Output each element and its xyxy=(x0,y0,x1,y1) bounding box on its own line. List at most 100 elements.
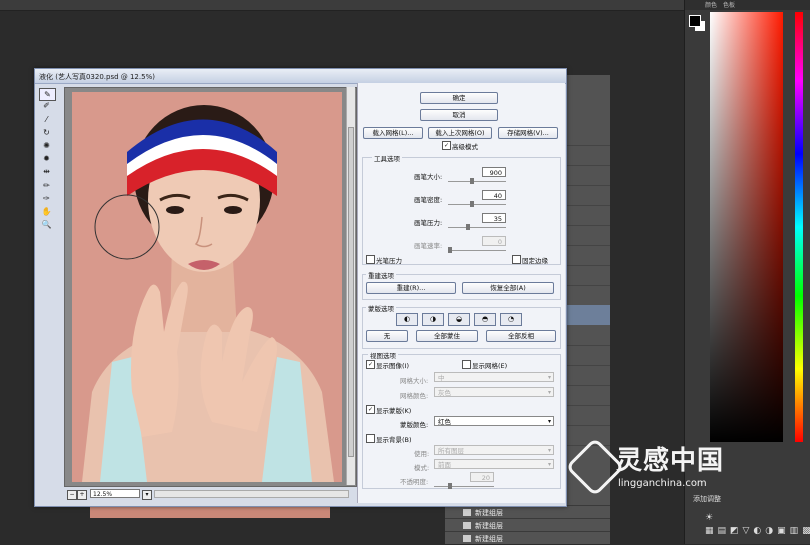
cancel-button[interactable]: 取消 xyxy=(420,109,498,121)
twirl-tool-icon[interactable]: ↻ xyxy=(39,127,54,138)
dialog-title: 液化 (艺人写真0320.psd @ 12.5%) xyxy=(39,73,155,81)
brush-density-label: 画笔密度: xyxy=(414,196,443,204)
invert-selection-mask-icon[interactable]: ◔ xyxy=(500,313,522,326)
tab-color[interactable]: 颜色 xyxy=(705,2,717,9)
mesh-color-select[interactable]: 灰色 ▾ xyxy=(434,387,554,397)
preview-vertical-scrollbar[interactable] xyxy=(346,87,355,485)
slider-knob[interactable] xyxy=(470,201,474,207)
mode-label: 模式: xyxy=(414,464,430,472)
replace-selection-mask-icon[interactable]: ◐ xyxy=(396,313,418,326)
add-to-selection-mask-icon[interactable]: ◑ xyxy=(422,313,444,326)
mesh-size-value: 中 xyxy=(438,374,445,382)
chevron-down-icon: ▾ xyxy=(547,374,551,381)
brush-density-slider[interactable] xyxy=(448,201,506,207)
mask-all-button[interactable]: 全部蒙住 xyxy=(416,330,478,342)
brush-density-field[interactable]: 40 xyxy=(482,190,506,200)
reconstruct-options-title: 重建选项 xyxy=(366,270,396,280)
mode-select[interactable]: 前面 ▾ xyxy=(434,459,554,469)
reconstruct-button[interactable]: 重建(R)... xyxy=(366,282,456,294)
use-select[interactable]: 所有图层 ▾ xyxy=(434,445,554,455)
foreground-color-swatch[interactable] xyxy=(689,15,701,27)
mesh-size-label: 网格大小: xyxy=(400,377,429,385)
thaw-mask-tool-icon[interactable]: ✑ xyxy=(39,193,54,204)
opacity-slider[interactable] xyxy=(434,483,494,489)
load-last-mesh-button[interactable]: 载入上次网格(O) xyxy=(428,127,492,139)
brush-rate-field[interactable]: 0 xyxy=(482,236,506,246)
restore-all-button[interactable]: 恢复全部(A) xyxy=(462,282,554,294)
opacity-field[interactable]: 20 xyxy=(470,472,494,482)
slider-knob[interactable] xyxy=(470,178,474,184)
preview-canvas[interactable] xyxy=(64,87,357,487)
push-left-tool-icon[interactable]: ⇹ xyxy=(39,166,54,177)
mask-color-select[interactable]: 红色 ▾ xyxy=(434,416,554,426)
slider-knob[interactable] xyxy=(448,247,452,253)
mesh-size-select[interactable]: 中 ▾ xyxy=(434,372,554,382)
zoom-level: 12.5% xyxy=(93,491,113,498)
hue-slider[interactable] xyxy=(795,12,803,442)
chevron-down-icon: ▾ xyxy=(547,389,551,396)
preview-status-bar: − + 12.5% ▾ xyxy=(64,488,355,500)
mesh-color-value: 灰色 xyxy=(438,389,451,397)
layer-row[interactable]: 新建组层 xyxy=(445,531,610,545)
show-image-checkbox[interactable]: ✓ xyxy=(366,360,375,369)
smooth-tool-icon[interactable]: ⁄ xyxy=(39,114,54,125)
slider-knob[interactable] xyxy=(448,483,452,489)
tab-swatches[interactable]: 色板 xyxy=(723,2,735,9)
mesh-color-label: 网格颜色: xyxy=(400,392,429,400)
show-mask-label: 显示蒙版(K) xyxy=(376,407,412,415)
advanced-mode-checkbox[interactable]: ✓ xyxy=(442,141,451,150)
slider-knob[interactable] xyxy=(466,224,470,230)
dialog-titlebar[interactable]: 液化 (艺人写真0320.psd @ 12.5%) xyxy=(35,69,566,84)
brush-rate-slider[interactable] xyxy=(448,247,506,253)
zoom-dropdown-chevron-down-icon[interactable]: ▾ xyxy=(142,490,152,500)
brush-size-slider[interactable] xyxy=(448,178,506,184)
intersect-with-selection-mask-icon[interactable]: ◓ xyxy=(474,313,496,326)
use-label: 使用: xyxy=(414,450,430,458)
pucker-tool-icon[interactable]: ✺ xyxy=(39,140,54,151)
portrait-photo xyxy=(72,92,342,482)
folder-icon xyxy=(463,509,471,516)
background-panel xyxy=(565,75,610,485)
zoom-in-button[interactable]: + xyxy=(77,490,87,500)
show-backdrop-checkbox[interactable] xyxy=(366,434,375,443)
pin-edges-checkbox[interactable] xyxy=(512,255,521,264)
mask-options-title: 蒙版选项 xyxy=(366,303,396,313)
folder-icon xyxy=(463,522,471,529)
invert-all-button[interactable]: 全部反相 xyxy=(486,330,556,342)
color-picker-field[interactable] xyxy=(710,12,783,442)
preview-horizontal-scrollbar[interactable] xyxy=(154,490,349,498)
show-mesh-label: 显示网格(E) xyxy=(472,362,508,370)
bloat-tool-icon[interactable]: ✹ xyxy=(39,153,54,164)
brush-pressure-label: 画笔压力: xyxy=(414,219,443,227)
layer-row[interactable]: 新建组层 xyxy=(445,505,610,519)
ok-button[interactable]: 确定 xyxy=(420,92,498,104)
subtract-from-selection-mask-icon[interactable]: ◒ xyxy=(448,313,470,326)
opacity-label: 不透明度: xyxy=(400,478,429,486)
freeze-mask-tool-icon[interactable]: ✏ xyxy=(39,180,54,191)
adjustment-icons[interactable]: ☀▦▤◩▽◐◑▣▥▩◎◻ xyxy=(705,512,810,538)
scrollbar-thumb[interactable] xyxy=(348,127,354,457)
show-mesh-checkbox[interactable] xyxy=(462,360,471,369)
mask-none-button[interactable]: 无 xyxy=(366,330,408,342)
stylus-pressure-checkbox[interactable] xyxy=(366,255,375,264)
brush-pressure-field[interactable]: 35 xyxy=(482,213,506,223)
watermark-title: 灵感中国 xyxy=(616,446,725,476)
show-mask-checkbox[interactable]: ✓ xyxy=(366,405,375,414)
watermark: 灵感中国 lingganchina.com xyxy=(565,437,770,500)
reconstruct-tool-icon[interactable]: ✐ xyxy=(39,100,54,111)
hand-tool-icon[interactable]: ✋ xyxy=(39,206,54,217)
portrait-illustration xyxy=(72,92,342,482)
liquify-dialog: 液化 (艺人写真0320.psd @ 12.5%) ✎ ✐ ⁄ ↻ ✺ ✹ ⇹ … xyxy=(34,68,567,507)
layer-row[interactable]: 新建组层 xyxy=(445,518,610,532)
zoom-level-field[interactable]: 12.5% xyxy=(90,489,140,498)
zoom-out-button[interactable]: − xyxy=(67,490,77,500)
use-value: 所有图层 xyxy=(438,447,464,455)
mode-value: 前面 xyxy=(438,461,451,469)
save-mesh-button[interactable]: 存储网格(V)... xyxy=(498,127,558,139)
brush-size-field[interactable]: 900 xyxy=(482,167,506,177)
show-image-label: 显示图像(I) xyxy=(376,362,409,370)
zoom-tool-icon[interactable]: 🔍 xyxy=(39,219,54,230)
load-mesh-button[interactable]: 载入网格(L)... xyxy=(363,127,423,139)
brush-pressure-slider[interactable] xyxy=(448,224,506,230)
color-panel-tabs: 颜色 色板 xyxy=(685,0,810,10)
